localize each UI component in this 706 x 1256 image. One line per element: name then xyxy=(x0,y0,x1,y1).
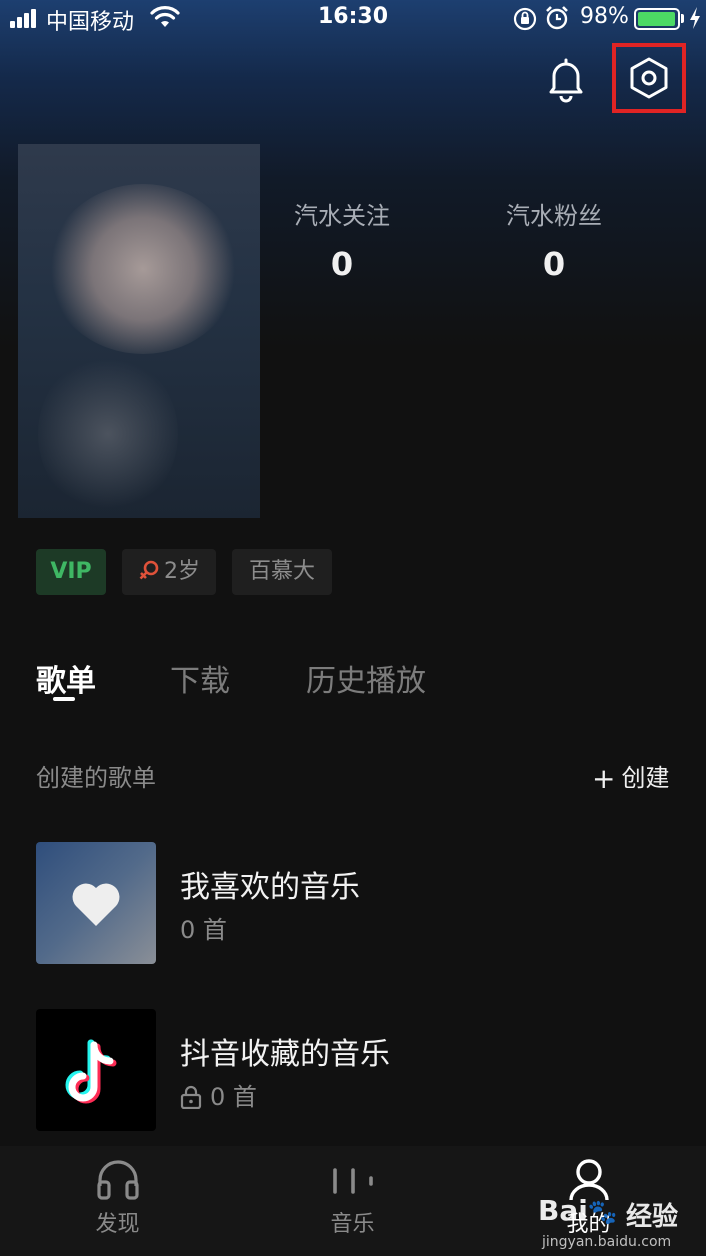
playlist-title: 抖音收藏的音乐 xyxy=(180,1037,390,1072)
nav-music[interactable]: 音乐 xyxy=(235,1146,470,1256)
location-tag: 百慕大 xyxy=(232,549,332,595)
following-label: 汽水关注 xyxy=(294,202,390,230)
playlist-count-row: 0 首 xyxy=(180,1077,257,1112)
orientation-lock-icon xyxy=(513,7,537,31)
baidu-jingyan-watermark: Bai🐾 经验 jingyan.baidu.com xyxy=(538,1190,706,1256)
douyin-cover xyxy=(36,1009,156,1131)
playlist-count: 0 首 xyxy=(180,916,227,944)
nav-discover[interactable]: 发现 xyxy=(0,1146,235,1256)
battery-fill xyxy=(638,12,675,26)
playlist-count: 0 首 xyxy=(210,1083,257,1111)
vip-badge[interactable]: VIP xyxy=(36,549,106,595)
nav-music-label: 音乐 xyxy=(330,1212,375,1237)
followers-stat[interactable]: 汽水粉丝 0 xyxy=(454,196,654,283)
charging-bolt-icon xyxy=(690,7,700,29)
followers-count: 0 xyxy=(542,245,566,283)
alarm-icon xyxy=(546,6,568,30)
following-stat[interactable]: 汽水关注 0 xyxy=(242,196,442,283)
baidu-logo: Bai🐾 xyxy=(538,1194,618,1227)
battery-icon xyxy=(634,8,680,30)
avatar[interactable] xyxy=(18,144,260,518)
plus-icon: + xyxy=(592,762,616,795)
tab-history[interactable]: 历史播放 xyxy=(306,656,426,700)
female-gender-icon xyxy=(139,560,159,580)
active-tab-indicator xyxy=(53,697,75,701)
battery-percentage: 98% xyxy=(580,4,629,29)
playlist-title: 我喜欢的音乐 xyxy=(180,870,360,905)
create-playlist-button[interactable]: + 创建 xyxy=(592,758,669,795)
battery-cap xyxy=(681,14,684,23)
created-playlists-title: 创建的歌单 xyxy=(36,764,156,792)
tab-playlists[interactable]: 歌单 xyxy=(36,656,96,700)
age-text: 2岁 xyxy=(164,559,200,584)
heart-icon xyxy=(72,883,120,926)
status-bar: 中国移动 16:30 98% xyxy=(0,0,706,38)
annotation-highlight-box xyxy=(612,43,686,113)
age-tag: 2岁 xyxy=(122,549,216,595)
watermark-url: jingyan.baidu.com xyxy=(542,1234,672,1250)
nav-discover-label: 发现 xyxy=(95,1212,140,1237)
create-label: 创建 xyxy=(621,764,670,792)
notification-bell-icon[interactable] xyxy=(540,52,592,104)
tiktok-icon xyxy=(65,1039,117,1104)
favorites-cover xyxy=(36,842,156,964)
tab-downloads[interactable]: 下载 xyxy=(170,656,230,700)
watermark-text: 经验 xyxy=(626,1202,679,1232)
following-count: 0 xyxy=(330,245,354,283)
lock-icon xyxy=(180,1085,202,1109)
playlist-item-douyin[interactable]: 抖音收藏的音乐 0 首 xyxy=(36,1009,676,1131)
playlist-item-favorites[interactable]: 我喜欢的音乐 0 首 xyxy=(36,842,676,964)
headphones-icon xyxy=(97,1160,139,1200)
equalizer-icon xyxy=(333,1168,373,1194)
followers-label: 汽水粉丝 xyxy=(506,202,602,230)
